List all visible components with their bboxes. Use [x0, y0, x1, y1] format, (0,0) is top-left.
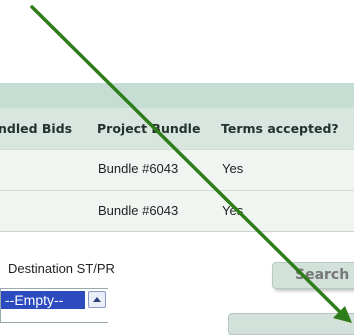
cell-project-bundle[interactable]: Bundle #6043 — [98, 161, 178, 176]
secondary-button[interactable] — [228, 313, 354, 335]
destination-listbox[interactable]: --Empty-- — [0, 288, 108, 323]
table-title-bar — [0, 83, 354, 108]
list-option-selected[interactable]: --Empty-- — [1, 291, 85, 309]
search-button[interactable]: Search — [272, 262, 354, 289]
column-header-terms-accepted[interactable]: Terms accepted? — [221, 121, 339, 136]
column-header-project-bundle[interactable]: Project Bundle — [97, 121, 200, 136]
cell-terms-accepted: Yes — [222, 203, 244, 218]
scroll-up-arrow-icon[interactable] — [88, 291, 106, 308]
cell-terms-accepted: Yes — [222, 161, 244, 176]
column-header-bundled-bids[interactable]: ndled Bids — [0, 121, 72, 136]
cell-project-bundle[interactable]: Bundle #6043 — [98, 203, 178, 218]
destination-label: Destination ST/PR — [8, 261, 115, 276]
